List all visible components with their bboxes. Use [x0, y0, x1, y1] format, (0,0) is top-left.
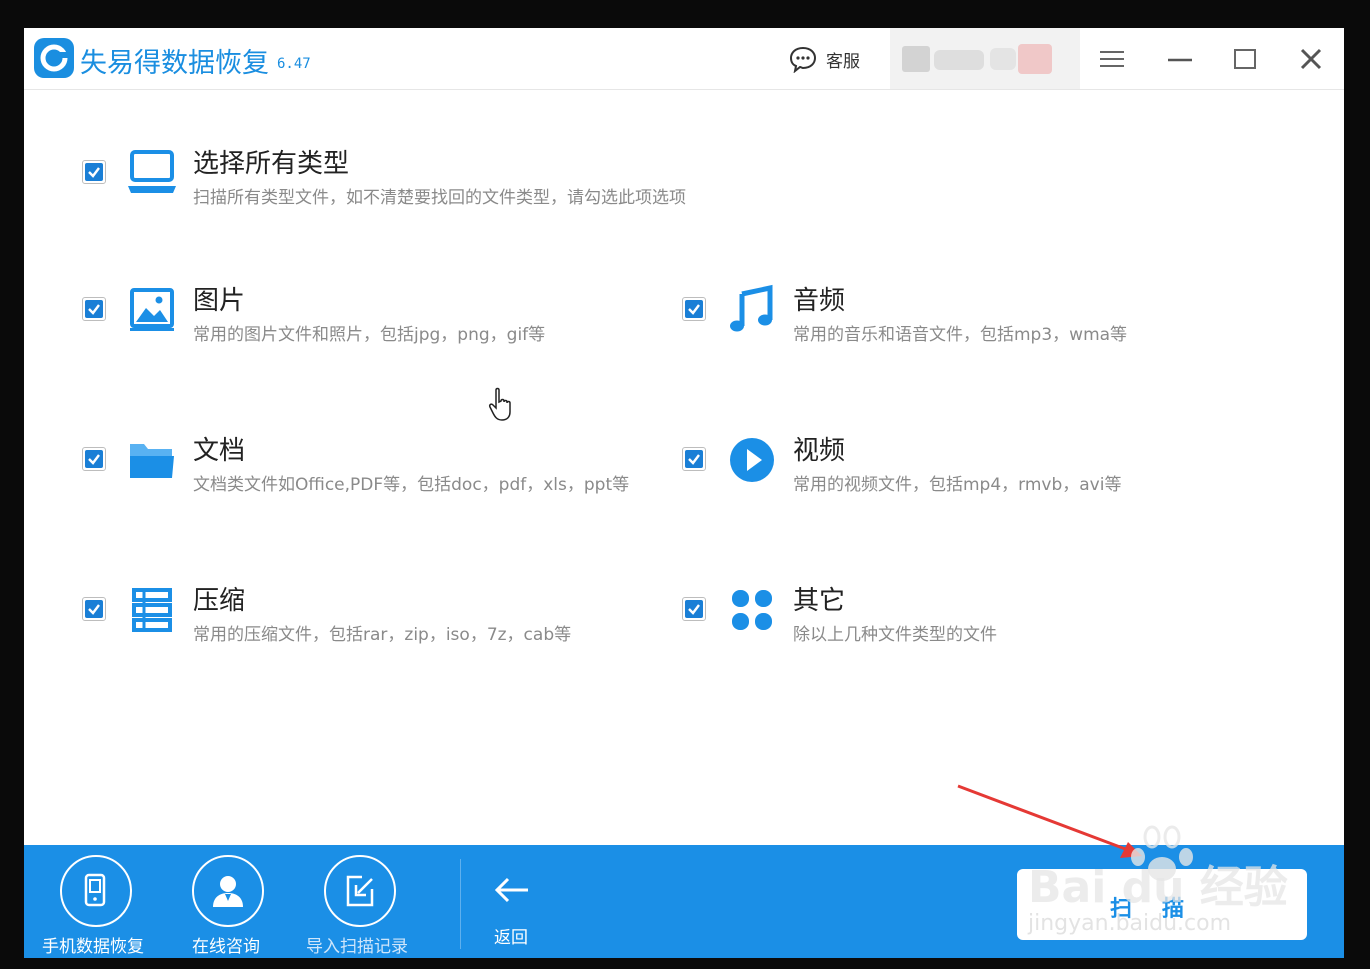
import-icon [346, 875, 374, 907]
option-desc: 常用的压缩文件，包括rar，zip，iso，7z，cab等 [193, 625, 572, 645]
back-label: 返回 [494, 928, 528, 948]
scan-label: 扫描 [1109, 897, 1214, 922]
checkmark-icon [85, 300, 103, 318]
phone-recovery-button[interactable]: 手机数据恢复 [38, 845, 158, 958]
arrow-left-icon [494, 877, 528, 903]
minimize-icon[interactable] [1165, 44, 1195, 74]
online-consult-button[interactable]: 在线咨询 [174, 845, 294, 958]
image-icon [130, 288, 174, 331]
user-support-icon [213, 876, 243, 907]
play-circle-icon [730, 438, 774, 482]
chat-bubble-icon [789, 46, 817, 73]
option-title: 选择所有类型 [193, 149, 350, 179]
app-window: 失易得数据恢复 6.47 客服 选择所有类型 扫描所有类型文件，如不清楚要找回的… [24, 28, 1344, 958]
option-title: 其它 [793, 586, 846, 616]
blurred-username [934, 50, 984, 70]
phone-icon [84, 873, 106, 907]
footer-bar: 手机数据恢复 在线咨询 导入扫描记录 返回 扫描 [24, 845, 1344, 958]
checkbox-all-types[interactable] [82, 160, 106, 184]
option-desc: 扫描所有类型文件，如不清楚要找回的文件类型，请勾选此项选项 [193, 188, 686, 208]
title-bar: 失易得数据恢复 6.47 客服 [24, 28, 1344, 90]
avatar [902, 46, 930, 72]
checkmark-icon [685, 300, 703, 318]
hand-cursor-icon [489, 387, 511, 421]
user-account-area[interactable] [890, 28, 1080, 89]
import-scan-label: 导入扫描记录 [306, 937, 408, 957]
app-title: 失易得数据恢复 [80, 48, 269, 79]
menu-icon[interactable] [1097, 44, 1127, 74]
option-desc: 常用的视频文件，包括mp4，rmvb，avi等 [793, 475, 1122, 495]
online-consult-label: 在线咨询 [192, 937, 260, 957]
app-version: 6.47 [277, 56, 311, 72]
checkmark-icon [85, 450, 103, 468]
checkmark-icon [685, 450, 703, 468]
option-title: 图片 [193, 286, 246, 316]
phone-recovery-label: 手机数据恢复 [42, 937, 144, 957]
option-desc: 常用的图片文件和照片，包括jpg，png，gif等 [193, 325, 546, 345]
customer-service-button[interactable]: 客服 [788, 45, 860, 73]
blurred-badge [1018, 44, 1052, 74]
import-scan-record-button[interactable]: 导入扫描记录 [306, 845, 436, 958]
blurred-info [990, 48, 1016, 70]
app-logo-icon [34, 38, 74, 78]
option-desc: 除以上几种文件类型的文件 [793, 625, 997, 645]
back-button[interactable]: 返回 [484, 845, 554, 958]
checkmark-icon [85, 600, 103, 618]
option-title: 音频 [793, 286, 846, 316]
footer-divider [460, 859, 461, 949]
checkbox-archives[interactable] [82, 597, 106, 621]
customer-service-label: 客服 [826, 51, 860, 72]
option-desc: 常用的音乐和语音文件，包括mp3，wma等 [793, 325, 1128, 345]
checkbox-other[interactable] [682, 597, 706, 621]
archive-stack-icon [132, 588, 172, 632]
checkbox-images[interactable] [82, 297, 106, 321]
checkmark-icon [685, 600, 703, 618]
grid-dots-icon [732, 590, 772, 630]
folder-icon [130, 444, 174, 478]
laptop-icon [128, 150, 176, 193]
option-title: 视频 [793, 436, 846, 466]
scan-button[interactable]: 扫描 [1017, 869, 1307, 940]
option-title: 压缩 [193, 586, 246, 616]
checkbox-video[interactable] [682, 447, 706, 471]
checkbox-audio[interactable] [682, 297, 706, 321]
music-note-icon [730, 284, 773, 332]
close-icon[interactable] [1296, 44, 1326, 74]
checkbox-documents[interactable] [82, 447, 106, 471]
maximize-icon[interactable] [1230, 44, 1260, 74]
checkmark-icon [85, 163, 103, 181]
option-title: 文档 [193, 436, 246, 466]
option-desc: 文档类文件如Office,PDF等，包括doc，pdf，xls，ppt等 [193, 475, 630, 495]
